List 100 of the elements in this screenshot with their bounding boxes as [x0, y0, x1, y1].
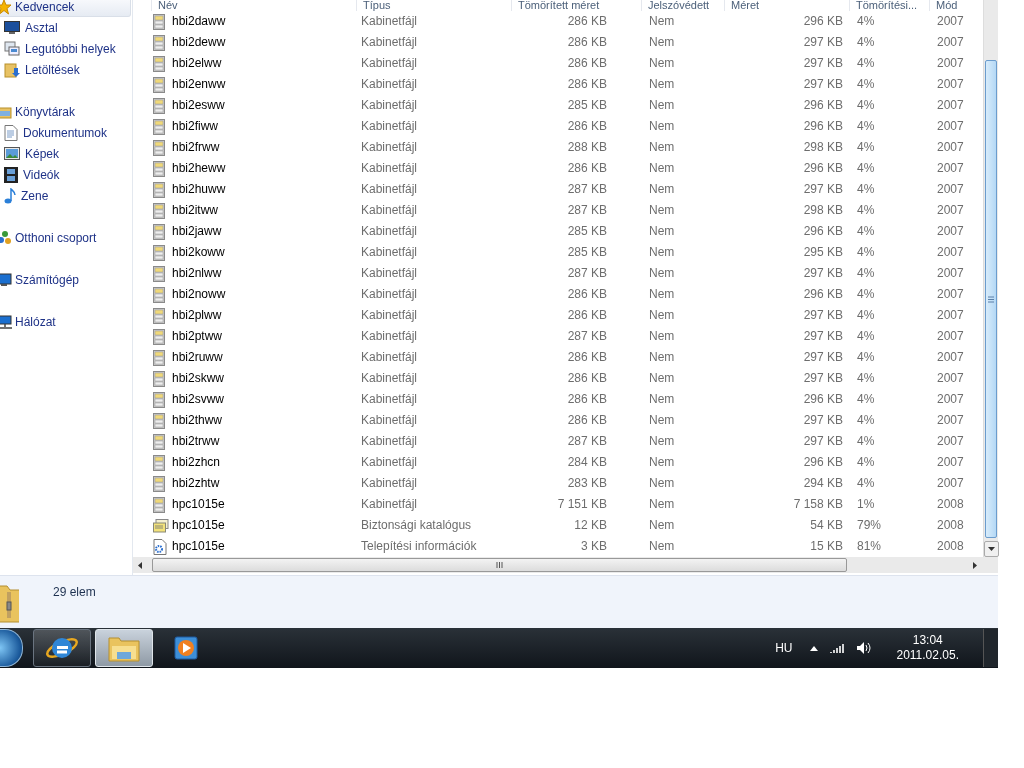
sidebar-item[interactable]: Legutóbbi helyek	[0, 38, 132, 59]
file-name[interactable]: hbi2ruww	[172, 347, 358, 368]
file-name[interactable]: hbi2noww	[172, 284, 358, 305]
file-name[interactable]: hbi2thww	[172, 410, 358, 431]
caret-left-icon[interactable]	[138, 561, 142, 569]
table-cell-text: 286 KB	[566, 55, 608, 72]
cabinet-file-icon	[153, 412, 165, 429]
table-cell-text: 297 KB	[802, 34, 844, 51]
column-header[interactable]: Méret	[724, 0, 849, 11]
clock[interactable]: 13:04 2011.02.05.	[896, 633, 959, 663]
sidebar-item[interactable]: Videók	[0, 164, 132, 185]
language-indicator[interactable]: HU	[775, 641, 793, 655]
table-cell-text: 4%	[856, 370, 876, 387]
caret-right-icon[interactable]	[973, 561, 977, 569]
sidebar-group[interactable]: Otthoni csoport	[0, 227, 132, 248]
table-cell-text: 4%	[856, 433, 876, 450]
table-cell-text: 2007	[936, 181, 964, 198]
table-cell-text: 286 KB	[566, 76, 608, 93]
file-name[interactable]: hbi2frww	[172, 137, 358, 158]
table-cell-text: 4%	[856, 13, 876, 30]
file-name[interactable]: hbi2daww	[172, 11, 358, 32]
table-cell-text: 296 KB	[802, 13, 844, 30]
table-cell-text: 296 KB	[802, 118, 844, 135]
cabinet-file-icon	[153, 328, 165, 345]
column-header[interactable]: Jelszóvédett	[641, 0, 724, 11]
scroll-down-button[interactable]	[984, 541, 999, 557]
table-cell-text: 2007	[936, 391, 964, 408]
file-name[interactable]: hbi2nlww	[172, 263, 358, 284]
table-cell-text: 296 KB	[802, 391, 844, 408]
table-cell-text: 2007	[936, 34, 964, 51]
start-button[interactable]	[0, 629, 23, 667]
table-cell-text: Nem	[648, 181, 676, 198]
file-name[interactable]: hbi2skww	[172, 368, 358, 389]
column-header[interactable]: Név	[151, 0, 356, 11]
sidebar-group[interactable]: Hálózat	[0, 311, 132, 332]
file-name[interactable]: hbi2trww	[172, 431, 358, 452]
file-name[interactable]: hbi2heww	[172, 158, 358, 179]
sidebar-item[interactable]: Képek	[0, 143, 132, 164]
table-cell-text: 297 KB	[802, 76, 844, 93]
file-name[interactable]: hbi2ptww	[172, 326, 358, 347]
taskbar-button[interactable]	[33, 629, 91, 667]
file-name[interactable]: hpc1015e	[172, 515, 358, 536]
cabinet-file-icon	[153, 307, 165, 324]
table-cell-text: Kabinetfájl	[360, 97, 419, 114]
table-cell-text: 297 KB	[802, 307, 844, 324]
table-cell-text: Kabinetfájl	[360, 391, 419, 408]
table-cell-text: 297 KB	[802, 265, 844, 282]
table-cell-text: 286 KB	[566, 160, 608, 177]
table-cell-text: Kabinetfájl	[360, 412, 419, 429]
table-cell-text: 4%	[856, 118, 876, 135]
sidebar-item[interactable]: Zene	[0, 185, 132, 206]
table-cell-text: 2007	[936, 202, 964, 219]
speaker-icon[interactable]	[856, 641, 873, 655]
sidebar-item[interactable]: Asztal	[0, 17, 132, 38]
table-cell-text: Nem	[648, 370, 676, 387]
table-cell-text: Nem	[648, 391, 676, 408]
table-cell-text: 2007	[936, 223, 964, 240]
table-cell-text: 2007	[936, 454, 964, 471]
table-cell-text: 2007	[936, 433, 964, 450]
file-name[interactable]: hbi2fiww	[172, 116, 358, 137]
sidebar-group[interactable]: Kedvencek	[0, 0, 131, 17]
file-name[interactable]: hbi2enww	[172, 74, 358, 95]
file-name[interactable]: hbi2plww	[172, 305, 358, 326]
table-cell-text: Nem	[648, 307, 676, 324]
file-name[interactable]: hbi2zhtw	[172, 473, 358, 494]
table-cell-text: Nem	[648, 328, 676, 345]
table-cell-text: 297 KB	[802, 181, 844, 198]
file-name[interactable]: hbi2koww	[172, 242, 358, 263]
file-name[interactable]: hbi2itww	[172, 200, 358, 221]
file-name[interactable]: hpc1015e	[172, 536, 358, 557]
file-name[interactable]: hbi2elww	[172, 53, 358, 74]
file-name[interactable]: hbi2zhcn	[172, 452, 358, 473]
file-name[interactable]: hbi2huww	[172, 179, 358, 200]
table-cell-text: 2007	[936, 118, 964, 135]
file-name[interactable]: hbi2jaww	[172, 221, 358, 242]
signal-icon[interactable]	[830, 643, 845, 653]
sidebar-item[interactable]: Letöltések	[0, 59, 132, 80]
table-cell-text: 2007	[936, 97, 964, 114]
column-header[interactable]: Mód	[929, 0, 962, 11]
table-cell-text: Kabinetfájl	[360, 496, 419, 513]
sidebar-item[interactable]: Dokumentumok	[0, 122, 132, 143]
homegroup-icon	[0, 229, 12, 246]
column-header[interactable]: Tömörítési...	[849, 0, 929, 11]
table-cell-text: 287 KB	[566, 265, 608, 282]
table-cell-text: 79%	[856, 517, 883, 534]
sidebar-group[interactable]: Számítógép	[0, 269, 132, 290]
file-name[interactable]: hbi2deww	[172, 32, 358, 53]
table-cell-text: 285 KB	[566, 244, 608, 261]
file-name[interactable]: hbi2svww	[172, 389, 358, 410]
table-cell-text: 286 KB	[566, 307, 608, 324]
caret-up-icon[interactable]	[810, 645, 819, 651]
file-name[interactable]: hbi2esww	[172, 95, 358, 116]
sidebar-group[interactable]: Könyvtárak	[0, 101, 132, 122]
file-name[interactable]: hpc1015e	[172, 494, 358, 515]
column-header[interactable]: Tömörített méret	[511, 0, 641, 11]
table-cell-text: 298 KB	[802, 202, 844, 219]
cabinet-file-icon	[153, 55, 165, 72]
column-header[interactable]: Típus	[356, 0, 511, 11]
star-icon	[0, 0, 12, 15]
media-player-icon	[174, 636, 198, 660]
